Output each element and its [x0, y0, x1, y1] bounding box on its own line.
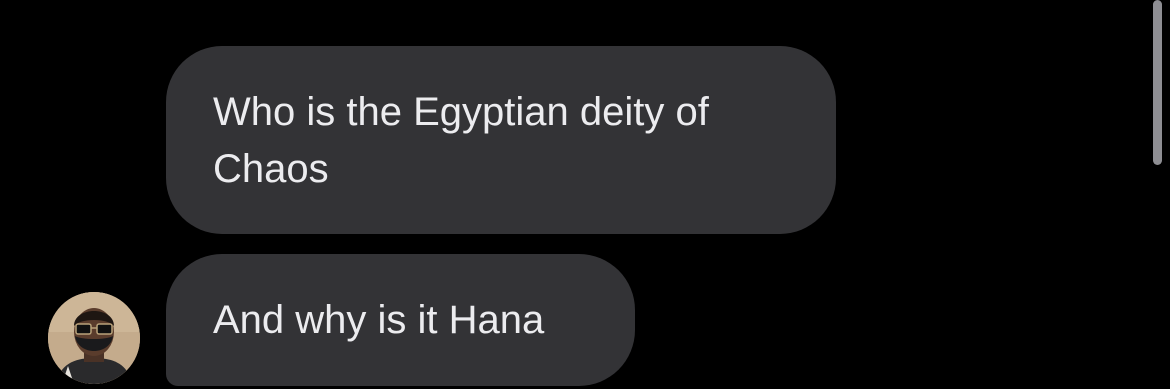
scrollbar[interactable] [1153, 0, 1162, 165]
message-bubble[interactable]: Who is the Egyptian deity of Chaos [166, 46, 836, 234]
message-text: And why is it Hana [213, 298, 545, 342]
message-bubble[interactable]: And why is it Hana [166, 254, 635, 386]
chat-thread: Who is the Egyptian deity of Chaos And w… [0, 0, 1170, 389]
avatar[interactable] [48, 292, 140, 384]
message-text: Who is the Egyptian deity of Chaos [213, 90, 709, 191]
user-avatar-icon [48, 292, 140, 384]
